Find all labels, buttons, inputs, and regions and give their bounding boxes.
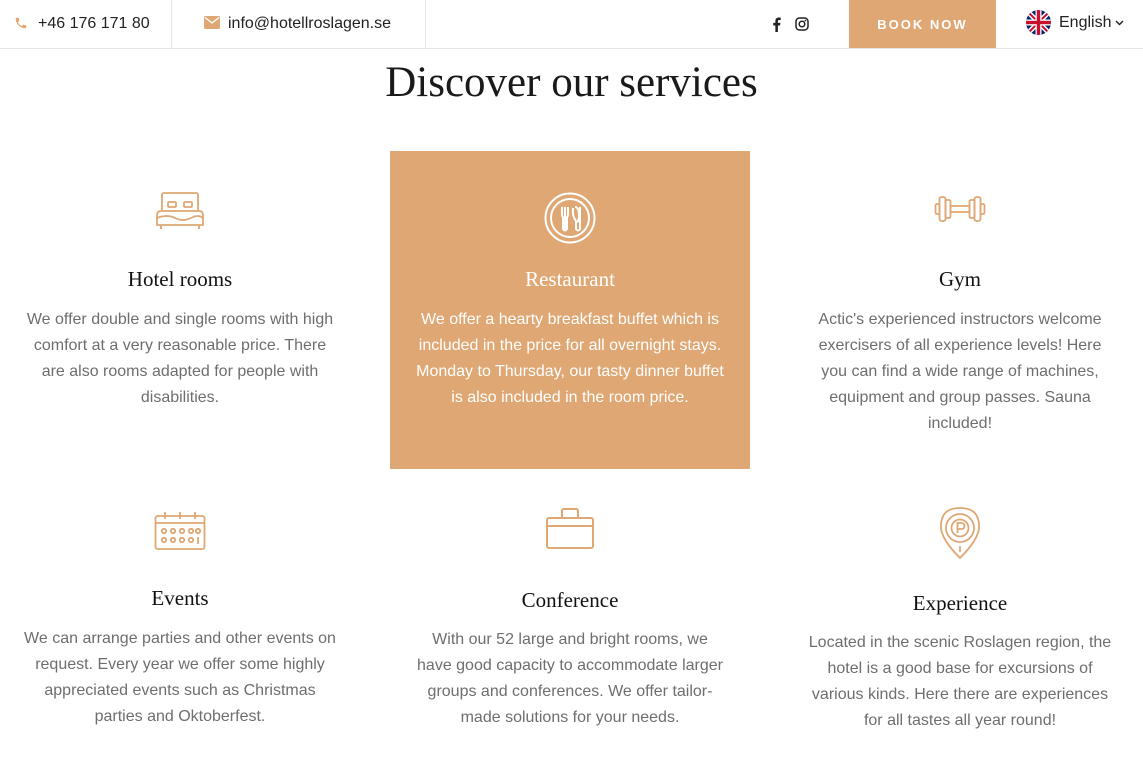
service-description: We offer a hearty breakfast buffet which…	[416, 311, 724, 406]
service-title: Hotel rooms	[127, 267, 233, 291]
bed-icon	[0, 191, 360, 231]
envelope-icon	[204, 16, 220, 32]
service-card-experience: Experience Located in the scenic Roslage…	[780, 470, 1140, 760]
social-links	[772, 0, 820, 48]
language-selector[interactable]: English	[1026, 0, 1124, 45]
briefcase-icon	[390, 507, 750, 551]
restaurant-icon	[390, 192, 750, 244]
phone-icon	[14, 16, 30, 32]
page-title: Discover our services	[385, 59, 758, 106]
chevron-down-icon	[1115, 20, 1124, 26]
service-card-conference: Conference With our 52 large and bright …	[390, 470, 750, 760]
service-description: Actic's experienced instructors welcome …	[818, 311, 1102, 432]
service-card-restaurant: Restaurant We offer a hearty breakfast b…	[390, 151, 750, 469]
service-description: We can arrange parties and other events …	[24, 630, 336, 725]
phone-link[interactable]: +46 176 171 80	[0, 0, 172, 48]
service-description: We offer double and single rooms with hi…	[26, 311, 334, 406]
service-card-gym: Gym Actic's experienced instructors welc…	[780, 151, 1140, 469]
dumbbell-icon	[780, 193, 1140, 225]
service-title: Events	[151, 586, 209, 610]
service-description: Located in the scenic Roslagen region, t…	[808, 634, 1112, 729]
service-description: With our 52 large and bright rooms, we h…	[417, 631, 723, 726]
calendar-icon	[0, 511, 360, 551]
service-title: Restaurant	[525, 267, 615, 291]
map-pin-icon	[780, 506, 1140, 560]
service-title: Experience	[912, 591, 1008, 615]
email-address: info@hotellroslagen.se	[228, 15, 392, 32]
service-card-hotel-rooms: Hotel rooms We offer double and single r…	[0, 151, 360, 469]
service-card-events: Events We can arrange parties and other …	[0, 470, 360, 760]
phone-number: +46 176 171 80	[38, 15, 150, 32]
uk-flag-icon	[1026, 10, 1051, 35]
facebook-icon[interactable]	[772, 16, 781, 32]
language-label: English	[1059, 13, 1112, 31]
instagram-icon[interactable]	[795, 17, 809, 31]
book-now-button[interactable]: BOOK NOW	[849, 0, 996, 48]
service-title: Conference	[521, 588, 619, 612]
email-link[interactable]: info@hotellroslagen.se	[172, 0, 426, 48]
top-bar: +46 176 171 80 info@hotellroslagen.se BO…	[0, 0, 1143, 49]
service-title: Gym	[939, 267, 981, 291]
